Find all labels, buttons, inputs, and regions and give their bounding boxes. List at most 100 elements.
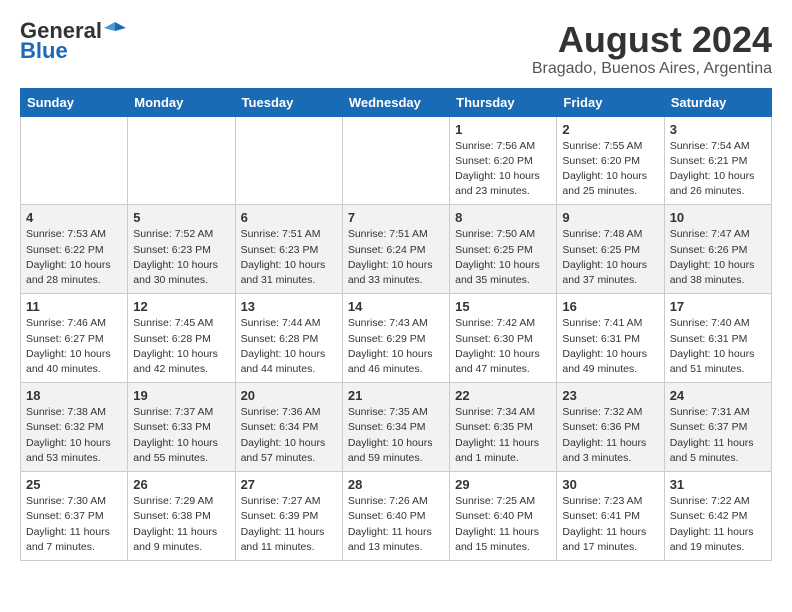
- location-subtitle: Bragado, Buenos Aires, Argentina: [532, 60, 772, 78]
- day-number: 1: [455, 122, 551, 137]
- day-number: 12: [133, 299, 229, 314]
- day-number: 13: [241, 299, 337, 314]
- day-number: 11: [26, 299, 122, 314]
- day-number: 4: [26, 210, 122, 225]
- logo-bird-icon: [104, 20, 126, 42]
- day-number: 10: [670, 210, 766, 225]
- day-info: Sunrise: 7:50 AM Sunset: 6:25 PM Dayligh…: [455, 227, 551, 288]
- table-row: 21 Sunrise: 7:35 AM Sunset: 6:34 PM Dayli…: [342, 383, 449, 472]
- day-number: 22: [455, 388, 551, 403]
- day-info: Sunrise: 7:25 AM Sunset: 6:40 PM Dayligh…: [455, 494, 551, 555]
- day-number: 28: [348, 477, 444, 492]
- day-info: Sunrise: 7:35 AM Sunset: 6:34 PM Dayligh…: [348, 405, 444, 466]
- day-info: Sunrise: 7:29 AM Sunset: 6:38 PM Dayligh…: [133, 494, 229, 555]
- month-year-title: August 2024: [532, 20, 772, 60]
- day-number: 23: [562, 388, 658, 403]
- day-info: Sunrise: 7:37 AM Sunset: 6:33 PM Dayligh…: [133, 405, 229, 466]
- day-info: Sunrise: 7:55 AM Sunset: 6:20 PM Dayligh…: [562, 139, 658, 200]
- table-row: 8 Sunrise: 7:50 AM Sunset: 6:25 PM Daylig…: [450, 205, 557, 294]
- day-number: 26: [133, 477, 229, 492]
- day-info: Sunrise: 7:53 AM Sunset: 6:22 PM Dayligh…: [26, 227, 122, 288]
- day-number: 27: [241, 477, 337, 492]
- header-monday: Monday: [128, 88, 235, 116]
- day-number: 8: [455, 210, 551, 225]
- day-info: Sunrise: 7:43 AM Sunset: 6:29 PM Dayligh…: [348, 316, 444, 377]
- day-info: Sunrise: 7:48 AM Sunset: 6:25 PM Dayligh…: [562, 227, 658, 288]
- day-info: Sunrise: 7:51 AM Sunset: 6:23 PM Dayligh…: [241, 227, 337, 288]
- day-number: 3: [670, 122, 766, 137]
- table-row: 18 Sunrise: 7:38 AM Sunset: 6:32 PM Dayli…: [21, 383, 128, 472]
- table-row: 27 Sunrise: 7:27 AM Sunset: 6:39 PM Dayli…: [235, 472, 342, 561]
- day-info: Sunrise: 7:54 AM Sunset: 6:21 PM Dayligh…: [670, 139, 766, 200]
- header-saturday: Saturday: [664, 88, 771, 116]
- day-number: 30: [562, 477, 658, 492]
- day-info: Sunrise: 7:30 AM Sunset: 6:37 PM Dayligh…: [26, 494, 122, 555]
- day-info: Sunrise: 7:51 AM Sunset: 6:24 PM Dayligh…: [348, 227, 444, 288]
- header-sunday: Sunday: [21, 88, 128, 116]
- table-row: 1 Sunrise: 7:56 AM Sunset: 6:20 PM Daylig…: [450, 116, 557, 205]
- day-number: 29: [455, 477, 551, 492]
- calendar-table: Sunday Monday Tuesday Wednesday Thursday…: [20, 88, 772, 561]
- day-number: 16: [562, 299, 658, 314]
- table-row: 31 Sunrise: 7:22 AM Sunset: 6:42 PM Dayli…: [664, 472, 771, 561]
- day-number: 5: [133, 210, 229, 225]
- day-info: Sunrise: 7:41 AM Sunset: 6:31 PM Dayligh…: [562, 316, 658, 377]
- day-number: 24: [670, 388, 766, 403]
- day-info: Sunrise: 7:27 AM Sunset: 6:39 PM Dayligh…: [241, 494, 337, 555]
- day-number: 21: [348, 388, 444, 403]
- calendar-header-row: Sunday Monday Tuesday Wednesday Thursday…: [21, 88, 772, 116]
- table-row: [128, 116, 235, 205]
- table-row: [342, 116, 449, 205]
- day-number: 18: [26, 388, 122, 403]
- day-info: Sunrise: 7:26 AM Sunset: 6:40 PM Dayligh…: [348, 494, 444, 555]
- table-row: 22Sunrise: 7:34 AM Sunset: 6:35 PM Dayli…: [450, 383, 557, 472]
- table-row: 16 Sunrise: 7:41 AM Sunset: 6:31 PM Dayli…: [557, 294, 664, 383]
- table-row: [235, 116, 342, 205]
- day-number: 25: [26, 477, 122, 492]
- day-number: 6: [241, 210, 337, 225]
- page-header: General Blue August 2024 Bragado, Buenos…: [20, 20, 772, 78]
- day-info: Sunrise: 7:44 AM Sunset: 6:28 PM Dayligh…: [241, 316, 337, 377]
- table-row: 14 Sunrise: 7:43 AM Sunset: 6:29 PM Dayli…: [342, 294, 449, 383]
- day-info: Sunrise: 7:46 AM Sunset: 6:27 PM Dayligh…: [26, 316, 122, 377]
- day-info: Sunrise: 7:31 AM Sunset: 6:37 PM Dayligh…: [670, 405, 766, 466]
- day-info: Sunrise: 7:52 AM Sunset: 6:23 PM Dayligh…: [133, 227, 229, 288]
- table-row: 3 Sunrise: 7:54 AM Sunset: 6:21 PM Daylig…: [664, 116, 771, 205]
- day-info: Sunrise: 7:36 AM Sunset: 6:34 PM Dayligh…: [241, 405, 337, 466]
- table-row: 5 Sunrise: 7:52 AM Sunset: 6:23 PM Daylig…: [128, 205, 235, 294]
- day-info: Sunrise: 7:32 AM Sunset: 6:36 PM Dayligh…: [562, 405, 658, 466]
- table-row: 12 Sunrise: 7:45 AM Sunset: 6:28 PM Dayli…: [128, 294, 235, 383]
- day-number: 17: [670, 299, 766, 314]
- day-number: 14: [348, 299, 444, 314]
- header-tuesday: Tuesday: [235, 88, 342, 116]
- table-row: 7 Sunrise: 7:51 AM Sunset: 6:24 PM Daylig…: [342, 205, 449, 294]
- day-number: 19: [133, 388, 229, 403]
- day-info: Sunrise: 7:40 AM Sunset: 6:31 PM Dayligh…: [670, 316, 766, 377]
- table-row: 15Sunrise: 7:42 AM Sunset: 6:30 PM Dayli…: [450, 294, 557, 383]
- day-number: 15: [455, 299, 551, 314]
- table-row: 26 Sunrise: 7:29 AM Sunset: 6:38 PM Dayli…: [128, 472, 235, 561]
- day-number: 20: [241, 388, 337, 403]
- table-row: 11 Sunrise: 7:46 AM Sunset: 6:27 PM Dayli…: [21, 294, 128, 383]
- header-wednesday: Wednesday: [342, 88, 449, 116]
- table-row: 17 Sunrise: 7:40 AM Sunset: 6:31 PM Dayli…: [664, 294, 771, 383]
- table-row: 30 Sunrise: 7:23 AM Sunset: 6:41 PM Dayli…: [557, 472, 664, 561]
- day-number: 9: [562, 210, 658, 225]
- day-info: Sunrise: 7:22 AM Sunset: 6:42 PM Dayligh…: [670, 494, 766, 555]
- title-block: August 2024 Bragado, Buenos Aires, Argen…: [532, 20, 772, 78]
- day-number: 7: [348, 210, 444, 225]
- table-row: 29 Sunrise: 7:25 AM Sunset: 6:40 PM Dayli…: [450, 472, 557, 561]
- day-info: Sunrise: 7:38 AM Sunset: 6:32 PM Dayligh…: [26, 405, 122, 466]
- table-row: 13 Sunrise: 7:44 AM Sunset: 6:28 PM Dayli…: [235, 294, 342, 383]
- header-thursday: Thursday: [450, 88, 557, 116]
- day-info: Sunrise: 7:45 AM Sunset: 6:28 PM Dayligh…: [133, 316, 229, 377]
- day-number: 31: [670, 477, 766, 492]
- day-info: Sunrise: 7:56 AM Sunset: 6:20 PM Dayligh…: [455, 139, 551, 200]
- table-row: 9 Sunrise: 7:48 AM Sunset: 6:25 PM Daylig…: [557, 205, 664, 294]
- day-info: Sunrise: 7:23 AM Sunset: 6:41 PM Dayligh…: [562, 494, 658, 555]
- table-row: [21, 116, 128, 205]
- table-row: 23 Sunrise: 7:32 AM Sunset: 6:36 PM Dayli…: [557, 383, 664, 472]
- table-row: 25 Sunrise: 7:30 AM Sunset: 6:37 PM Dayli…: [21, 472, 128, 561]
- logo-blue: Blue: [20, 40, 68, 62]
- table-row: 19 Sunrise: 7:37 AM Sunset: 6:33 PM Dayli…: [128, 383, 235, 472]
